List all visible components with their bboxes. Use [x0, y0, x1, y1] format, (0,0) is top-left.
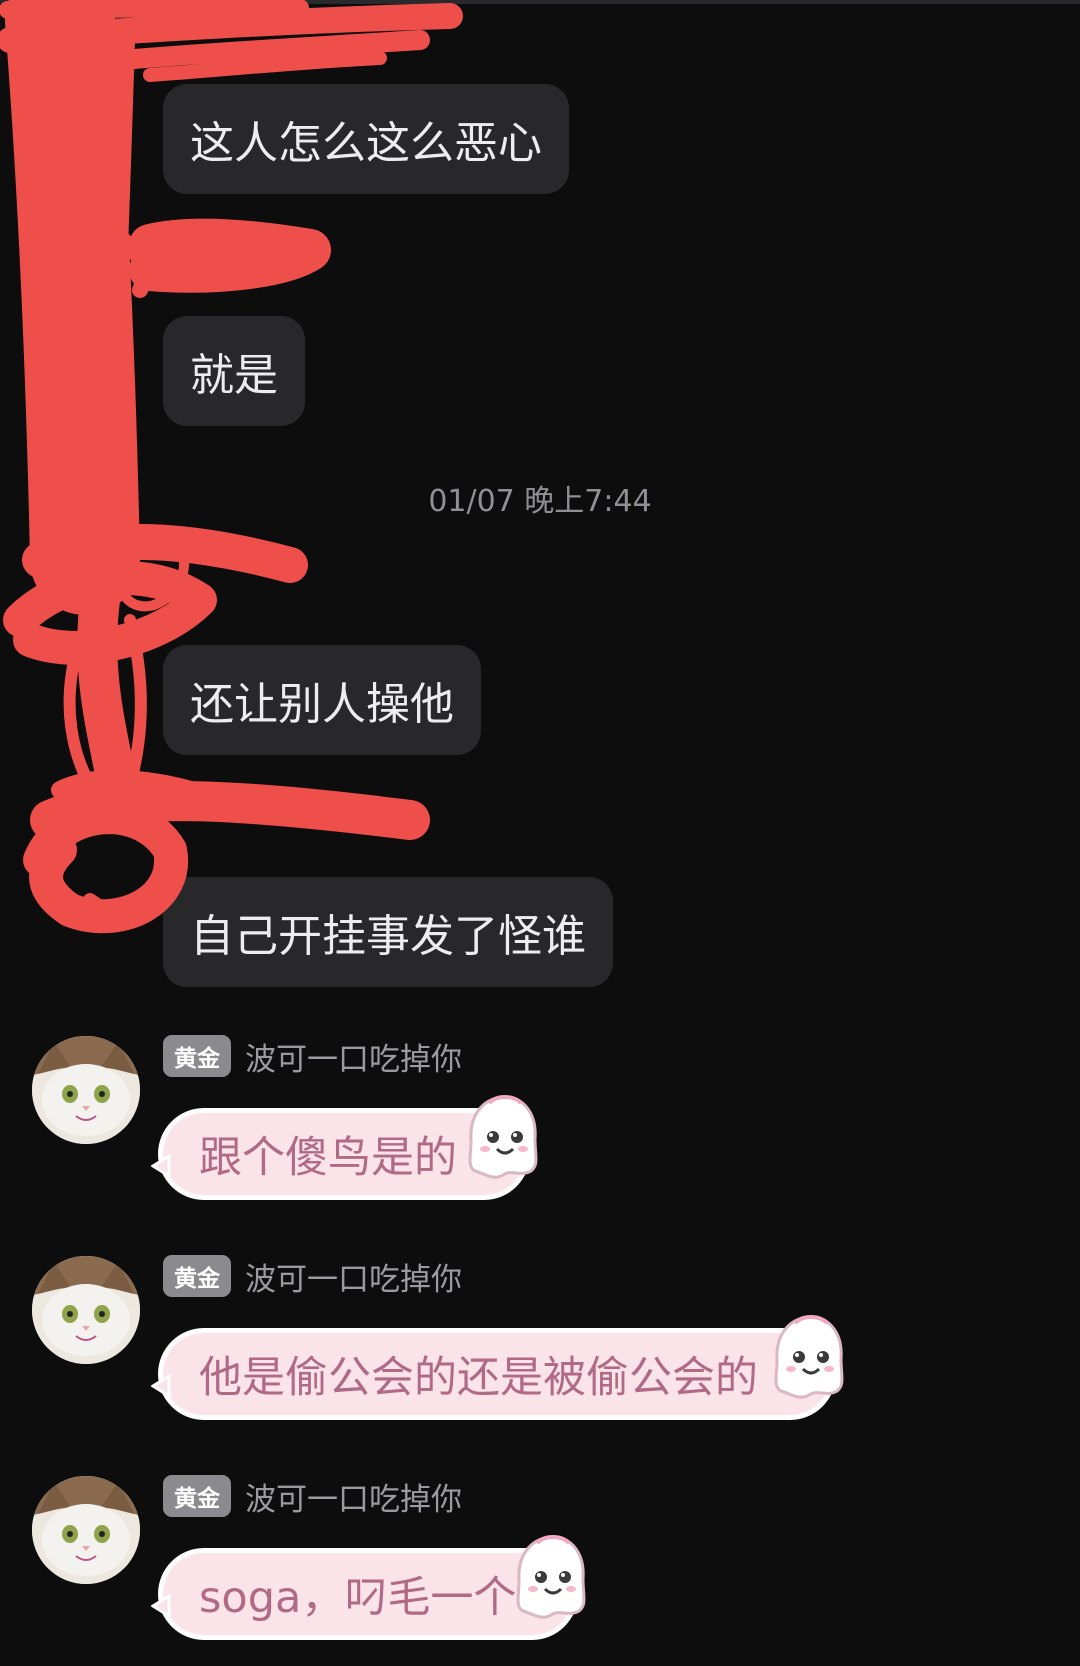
message-bubble-4[interactable]: 自己开挂事发了怪谁 — [163, 877, 613, 987]
username[interactable]: 波可一口吃掉你 — [245, 1255, 462, 1298]
rank-badge: 黄金 — [163, 1255, 231, 1297]
message-text: 这人怎么这么恶心 — [190, 118, 542, 169]
rank-badge: 黄金 — [163, 1035, 231, 1077]
message-bubble-3[interactable]: 还让别人操他 — [163, 645, 481, 755]
message-text: 他是偷公会的还是被偷公会的 — [199, 1353, 758, 1403]
cat-avatar[interactable] — [32, 1036, 140, 1144]
sticker-bubble-3[interactable]: soga，叼毛一个 — [150, 1535, 586, 1635]
top-divider — [0, 0, 1080, 4]
cat-avatar[interactable] — [32, 1476, 140, 1584]
ghost-sticker-icon — [767, 1311, 849, 1414]
bubble-tail — [150, 1139, 171, 1179]
message-bubble-2[interactable]: 就是 — [163, 316, 305, 426]
message-text: 跟个傻鸟是的 — [199, 1133, 457, 1183]
bubble-tail — [150, 1359, 171, 1399]
message-text: soga，叼毛一个 — [199, 1573, 517, 1623]
rank-badge: 黄金 — [163, 1475, 231, 1517]
ghost-sticker-icon — [509, 1531, 591, 1634]
sticker-bubble-1[interactable]: 跟个傻鸟是的 — [150, 1095, 538, 1195]
username[interactable]: 波可一口吃掉你 — [245, 1475, 462, 1518]
chat-timestamp: 01/07 晚上7:44 — [428, 484, 652, 519]
message-text: 就是 — [190, 350, 278, 401]
message-text: 还让别人操他 — [190, 679, 454, 730]
bubble-tail — [150, 1579, 171, 1619]
message-text: 自己开挂事发了怪谁 — [190, 911, 586, 962]
username[interactable]: 波可一口吃掉你 — [245, 1035, 462, 1078]
ghost-sticker-icon — [461, 1091, 543, 1194]
message-bubble-1[interactable]: 这人怎么这么恶心 — [163, 84, 569, 194]
cat-avatar[interactable] — [32, 1256, 140, 1364]
sticker-bubble-2[interactable]: 他是偷公会的还是被偷公会的 — [150, 1315, 844, 1415]
